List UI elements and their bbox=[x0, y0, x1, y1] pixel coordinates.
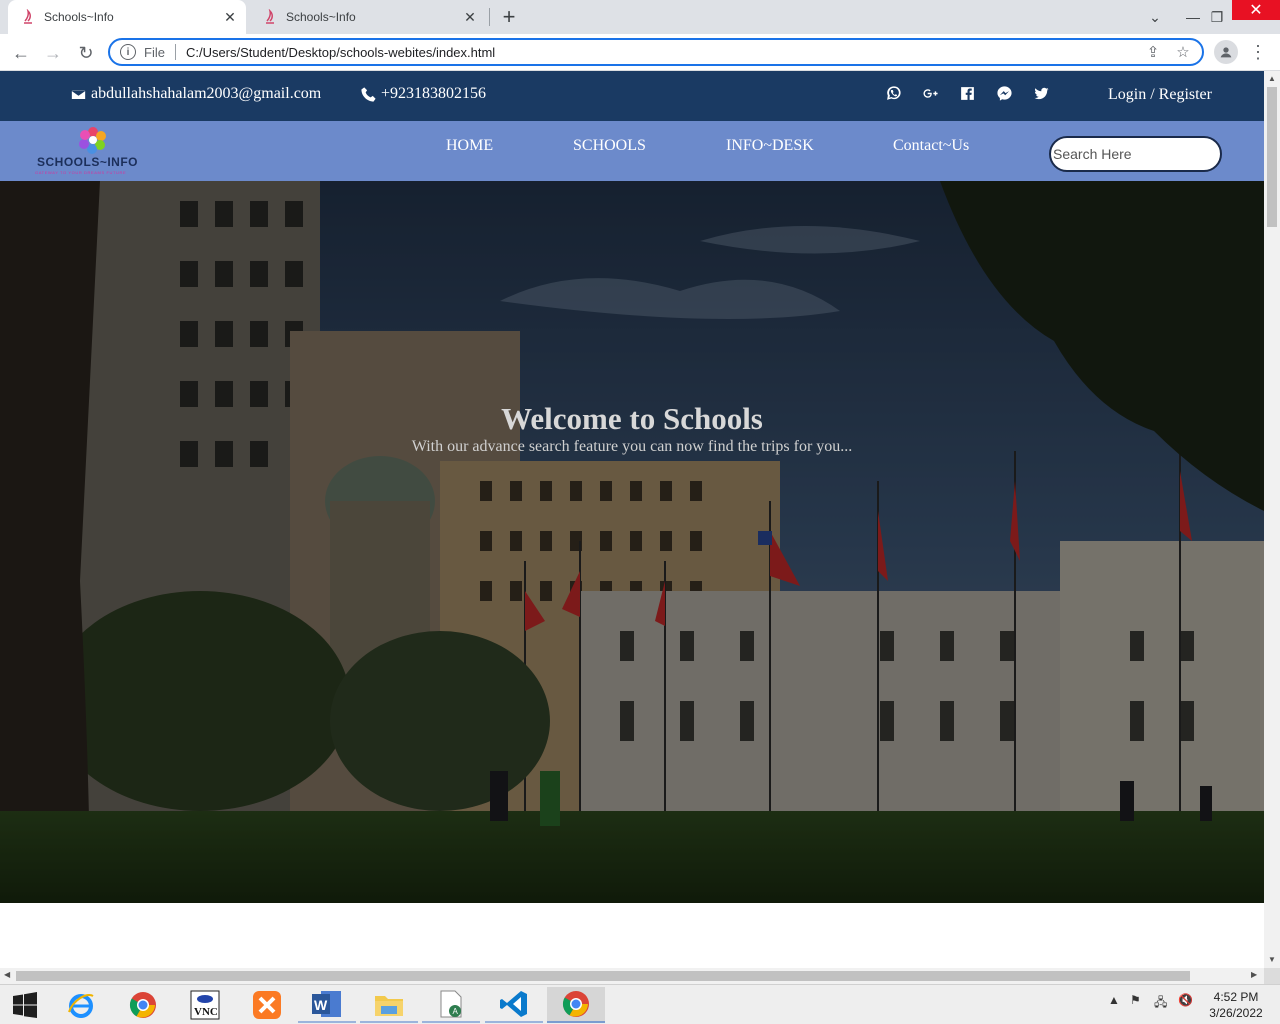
browser-menu-icon[interactable]: ⋮ bbox=[1248, 40, 1268, 64]
email-text: abdullahshahalam2003@gmail.com bbox=[91, 85, 322, 102]
back-arrow-icon[interactable]: ← bbox=[8, 40, 34, 66]
browser-tab-strip: Schools~Info ✕ Schools~Info ✕ + ⌄ — ❐ ✕ bbox=[0, 0, 1280, 34]
scroll-left-arrow-icon[interactable]: ◀ bbox=[4, 970, 10, 979]
network-icon[interactable]: 🖧 bbox=[1154, 993, 1167, 1014]
scheme-label: File bbox=[144, 44, 165, 60]
site-info-icon[interactable]: i bbox=[120, 44, 136, 60]
windows-taskbar: VNC W A ▲ ⚑ 🖧 🔇 4:52 PM 3/26/2022 bbox=[0, 984, 1280, 1024]
hero-subtitle: With our advance search feature you can … bbox=[411, 438, 853, 455]
browser-toolbar: ← → ↻ i File C:/Users/Student/Desktop/sc… bbox=[0, 34, 1280, 71]
chrome-icon[interactable] bbox=[114, 987, 172, 1023]
facebook-icon[interactable] bbox=[958, 84, 976, 102]
tab-search-chevron-icon[interactable]: ⌄ bbox=[1140, 0, 1170, 34]
share-icon[interactable]: ⇪ bbox=[1142, 41, 1164, 63]
windows-start-icon[interactable] bbox=[0, 987, 50, 1023]
tab-title: Schools~Info bbox=[286, 10, 356, 24]
xampp-icon[interactable] bbox=[238, 987, 296, 1023]
vnc-viewer-icon[interactable]: VNC bbox=[176, 987, 234, 1023]
login-register-link[interactable]: Login / Register bbox=[1108, 86, 1212, 104]
vertical-scrollbar[interactable]: ▲ ▼ bbox=[1264, 71, 1280, 968]
logo-name: SCHOOLS~INFO bbox=[37, 155, 139, 169]
site-logo[interactable]: SCHOOLS~INFO GATEWAY TO YOUR DREAMS FUTU… bbox=[35, 125, 151, 177]
hero-banner: Welcome to Schools With our advance sear… bbox=[0, 181, 1264, 903]
word-icon[interactable]: W bbox=[298, 987, 356, 1023]
new-tab-button[interactable]: + bbox=[496, 4, 522, 30]
maximize-button[interactable]: ❐ bbox=[1202, 0, 1232, 34]
chrome-active-icon[interactable] bbox=[547, 987, 605, 1023]
nav-home[interactable]: HOME bbox=[446, 137, 493, 155]
tray-overflow-chevron-icon[interactable]: ▲ bbox=[1108, 993, 1120, 1007]
nav-contact-us[interactable]: Contact~Us bbox=[893, 137, 969, 155]
contact-topbar: abdullahshahalam2003@gmail.com +92318380… bbox=[0, 71, 1264, 121]
svg-text:A: A bbox=[453, 1007, 459, 1016]
phone-icon bbox=[361, 86, 376, 102]
envelope-icon bbox=[70, 88, 87, 100]
clock-time: 4:52 PM bbox=[1213, 990, 1259, 1004]
file-explorer-icon[interactable] bbox=[360, 987, 418, 1023]
hero-title: Welcome to Schools bbox=[501, 401, 763, 436]
viber-icon[interactable] bbox=[884, 84, 902, 102]
document-viewer-icon[interactable]: A bbox=[422, 987, 480, 1023]
tab-schools-info-active[interactable]: Schools~Info ✕ bbox=[8, 0, 246, 34]
logo-flower-icon bbox=[79, 127, 106, 154]
phone-contact[interactable]: +923183802156 bbox=[360, 85, 486, 103]
tab-title: Schools~Info bbox=[44, 10, 114, 24]
action-center-flag-icon[interactable]: ⚑ bbox=[1130, 993, 1141, 1007]
horizontal-scroll-thumb[interactable] bbox=[16, 971, 1190, 981]
main-navbar: SCHOOLS~INFO GATEWAY TO YOUR DREAMS FUTU… bbox=[0, 121, 1264, 181]
tab-close-icon[interactable]: ✕ bbox=[460, 7, 480, 27]
phone-text: +923183802156 bbox=[381, 85, 487, 102]
nav-schools[interactable]: SCHOOLS bbox=[573, 137, 646, 155]
page-viewport: abdullahshahalam2003@gmail.com +92318380… bbox=[0, 71, 1264, 968]
reload-icon[interactable]: ↻ bbox=[73, 40, 99, 66]
address-bar[interactable]: i File C:/Users/Student/Desktop/schools-… bbox=[108, 38, 1204, 66]
clock-date: 3/26/2022 bbox=[1209, 1006, 1263, 1020]
svg-text:W: W bbox=[314, 997, 328, 1013]
logo-tagline: GATEWAY TO YOUR DREAMS FUTURE bbox=[35, 170, 127, 175]
internet-explorer-icon[interactable] bbox=[52, 987, 110, 1023]
email-contact[interactable]: abdullahshahalam2003@gmail.com bbox=[70, 85, 321, 103]
scroll-up-arrow-icon[interactable]: ▲ bbox=[1268, 74, 1276, 83]
scrollbar-corner bbox=[1264, 968, 1280, 984]
social-links bbox=[884, 84, 1050, 102]
url-text[interactable]: C:/Users/Student/Desktop/schools-webites… bbox=[186, 45, 1142, 60]
messenger-icon[interactable] bbox=[995, 84, 1013, 102]
site-favicon-icon bbox=[262, 8, 278, 25]
nav-info-desk[interactable]: INFO~DESK bbox=[726, 137, 814, 155]
tab-schools-info[interactable]: Schools~Info ✕ bbox=[250, 0, 486, 34]
tab-close-icon[interactable]: ✕ bbox=[220, 7, 240, 27]
scroll-right-arrow-icon[interactable]: ▶ bbox=[1251, 970, 1257, 979]
close-window-button[interactable]: ✕ bbox=[1232, 0, 1280, 20]
vertical-scroll-thumb[interactable] bbox=[1267, 87, 1277, 227]
hero-dark-overlay bbox=[0, 181, 1264, 903]
horizontal-scrollbar[interactable]: ◀ ▶ bbox=[0, 968, 1264, 984]
tab-divider bbox=[489, 8, 490, 26]
address-divider bbox=[174, 44, 176, 60]
volume-muted-icon[interactable]: 🔇 bbox=[1178, 993, 1193, 1007]
taskbar-clock[interactable]: 4:52 PM 3/26/2022 bbox=[1198, 989, 1274, 1021]
scroll-down-arrow-icon[interactable]: ▼ bbox=[1268, 955, 1276, 964]
search-input[interactable] bbox=[1049, 136, 1222, 172]
bookmark-star-icon[interactable]: ☆ bbox=[1172, 41, 1194, 63]
svg-text:VNC: VNC bbox=[194, 1006, 218, 1018]
forward-arrow-icon[interactable]: → bbox=[40, 40, 66, 66]
vscode-icon[interactable] bbox=[485, 987, 543, 1023]
twitter-icon[interactable] bbox=[1032, 84, 1050, 102]
site-favicon-icon bbox=[20, 8, 36, 25]
google-plus-icon[interactable] bbox=[921, 84, 939, 102]
profile-avatar-icon[interactable] bbox=[1214, 40, 1238, 64]
